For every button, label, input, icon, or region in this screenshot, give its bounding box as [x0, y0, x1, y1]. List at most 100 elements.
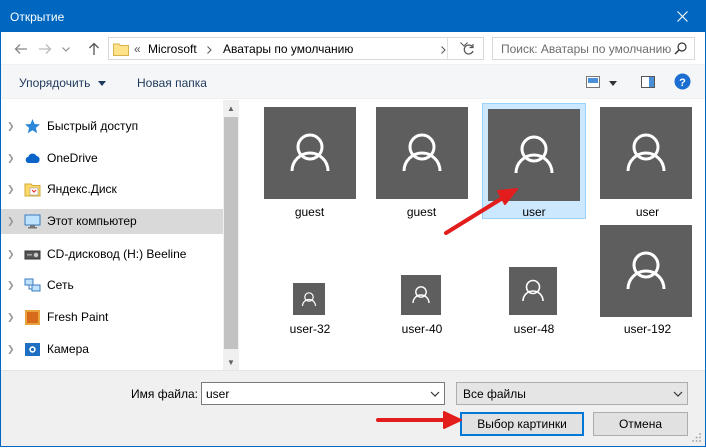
sidebar-item-this-pc[interactable]: ❯ Этот компьютер [1, 209, 223, 234]
arrow-left-icon [14, 44, 27, 54]
open-dialog: Открытие « Microsoft Аватары по умолчани… [0, 0, 706, 447]
command-bar: Упорядочить Новая папка ? [1, 64, 705, 99]
chevron-right-icon[interactable] [207, 46, 212, 54]
file-item-user[interactable]: user [593, 101, 702, 219]
computer-icon [24, 214, 41, 229]
cloud-icon [25, 153, 40, 163]
expand-chevron-icon[interactable]: ❯ [7, 280, 15, 291]
search-input[interactable]: Поиск: Аватары по умолчанию [501, 42, 671, 56]
scroll-down-icon[interactable]: ▼ [223, 354, 239, 370]
search-icon[interactable] [674, 42, 687, 55]
organize-menu-button[interactable]: Упорядочить [19, 76, 90, 90]
fresh-paint-icon [25, 310, 40, 325]
sidebar-item-yandex-disk[interactable]: ❯ Яндекс.Диск [1, 177, 223, 202]
preview-pane-icon[interactable] [641, 76, 655, 88]
user-silhouette-icon [402, 133, 442, 172]
view-options-arrow-icon[interactable] [609, 81, 617, 86]
file-item-guest[interactable]: guest [367, 101, 476, 219]
dropdown-arrow-icon[interactable] [98, 81, 106, 86]
user-silhouette-icon [301, 292, 317, 307]
avatar-thumbnail [264, 107, 356, 199]
breadcrumb-microsoft[interactable]: Microsoft [148, 42, 197, 56]
forward-button[interactable] [34, 38, 56, 60]
change-view-icon[interactable] [586, 76, 600, 88]
sidebar-item-label: Сеть [47, 278, 74, 292]
up-button[interactable] [83, 38, 105, 60]
avatar-thumbnail [600, 225, 692, 317]
file-item-user-32[interactable]: user-32 [282, 278, 338, 340]
sidebar-item-label: Яндекс.Диск [47, 182, 117, 196]
address-bar[interactable]: « Microsoft Аватары по умолчанию [108, 37, 484, 60]
file-name: user [522, 205, 546, 219]
expand-chevron-icon[interactable]: ❯ [7, 184, 15, 195]
file-item-user-48[interactable]: user-48 [502, 262, 566, 340]
resize-grip-icon[interactable] [692, 433, 702, 443]
scroll-up-icon[interactable]: ▲ [223, 100, 239, 116]
file-type-value: Все файлы [463, 387, 526, 401]
sidebar-item-camera[interactable]: ❯ Камера [1, 337, 223, 362]
cancel-button[interactable]: Отмена [593, 412, 688, 436]
sidebar-item-label: Камера [47, 342, 89, 356]
yandex-disk-icon [24, 183, 41, 197]
back-button[interactable] [10, 38, 32, 60]
filename-input[interactable]: user [206, 387, 229, 401]
svg-text:?: ? [679, 77, 686, 89]
file-item-user-40[interactable]: user-40 [392, 270, 452, 340]
file-type-select[interactable]: Все файлы [456, 382, 688, 405]
breadcrumb-overflow[interactable]: « [134, 42, 141, 56]
dialog-footer: Имя файла: user Все файлы Выбор картинки… [1, 370, 705, 446]
file-view: guest guest user user user-32 user-40 us… [242, 100, 705, 370]
expand-chevron-icon[interactable]: ❯ [7, 216, 15, 227]
expand-chevron-icon[interactable]: ❯ [7, 153, 15, 164]
user-silhouette-icon [514, 135, 554, 174]
user-silhouette-icon [412, 286, 430, 304]
sidebar-item-label: Fresh Paint [47, 310, 109, 324]
network-icon [24, 278, 41, 292]
navigation-scrollbar[interactable]: ▲ ▼ [223, 100, 239, 370]
user-silhouette-icon [290, 133, 330, 172]
cd-drive-icon [24, 250, 41, 260]
navigation-pane: ❯ Быстрый доступ ❯ OneDrive ❯ Яндекс.Дис… [1, 100, 239, 370]
recent-locations-button[interactable] [59, 38, 73, 60]
refresh-icon[interactable] [462, 43, 475, 56]
file-item-user-selected[interactable]: user [482, 103, 586, 219]
star-icon [25, 119, 40, 134]
avatar-thumbnail [509, 267, 557, 315]
file-name: user-48 [513, 322, 555, 336]
arrow-right-icon [39, 44, 52, 54]
avatar-thumbnail [376, 107, 468, 199]
filename-label: Имя файла: [131, 387, 198, 401]
new-folder-button[interactable]: Новая папка [137, 76, 207, 90]
filename-combobox[interactable]: user [201, 382, 445, 405]
expand-chevron-icon[interactable]: ❯ [7, 249, 15, 260]
window-title: Открытие [10, 10, 65, 24]
sidebar-item-fresh-paint[interactable]: ❯ Fresh Paint [1, 305, 223, 330]
breadcrumb-avatars[interactable]: Аватары по умолчанию [223, 42, 353, 56]
expand-chevron-icon[interactable]: ❯ [7, 312, 15, 323]
sidebar-item-quick-access[interactable]: ❯ Быстрый доступ [1, 114, 223, 139]
scrollbar-thumb[interactable] [224, 117, 238, 349]
close-button[interactable] [659, 1, 705, 32]
file-item-user-192[interactable]: user-192 [593, 220, 702, 340]
camera-icon [25, 343, 40, 356]
chevron-right-icon[interactable] [441, 46, 446, 54]
search-box[interactable]: Поиск: Аватары по умолчанию [492, 37, 695, 60]
avatar-thumbnail [600, 107, 692, 199]
file-name: guest [406, 205, 437, 219]
user-silhouette-icon [626, 133, 666, 172]
file-item-guest[interactable]: guest [255, 101, 364, 219]
expand-chevron-icon[interactable]: ❯ [7, 121, 15, 132]
sidebar-item-network[interactable]: ❯ Сеть [1, 273, 223, 298]
close-icon [676, 11, 688, 22]
avatar-thumbnail [488, 109, 580, 201]
sidebar-item-onedrive[interactable]: ❯ OneDrive [1, 146, 223, 171]
chevron-down-icon[interactable] [430, 390, 440, 398]
chevron-down-icon[interactable] [673, 390, 683, 398]
sidebar-item-cd-drive[interactable]: ❯ CD-дисковод (H:) Beeline [1, 242, 223, 267]
file-name: guest [294, 205, 325, 219]
expand-chevron-icon[interactable]: ❯ [7, 344, 15, 355]
sidebar-item-label: OneDrive [47, 151, 98, 165]
file-name: user [635, 205, 660, 219]
select-picture-button[interactable]: Выбор картинки [460, 412, 584, 436]
help-icon[interactable]: ? [674, 73, 691, 90]
